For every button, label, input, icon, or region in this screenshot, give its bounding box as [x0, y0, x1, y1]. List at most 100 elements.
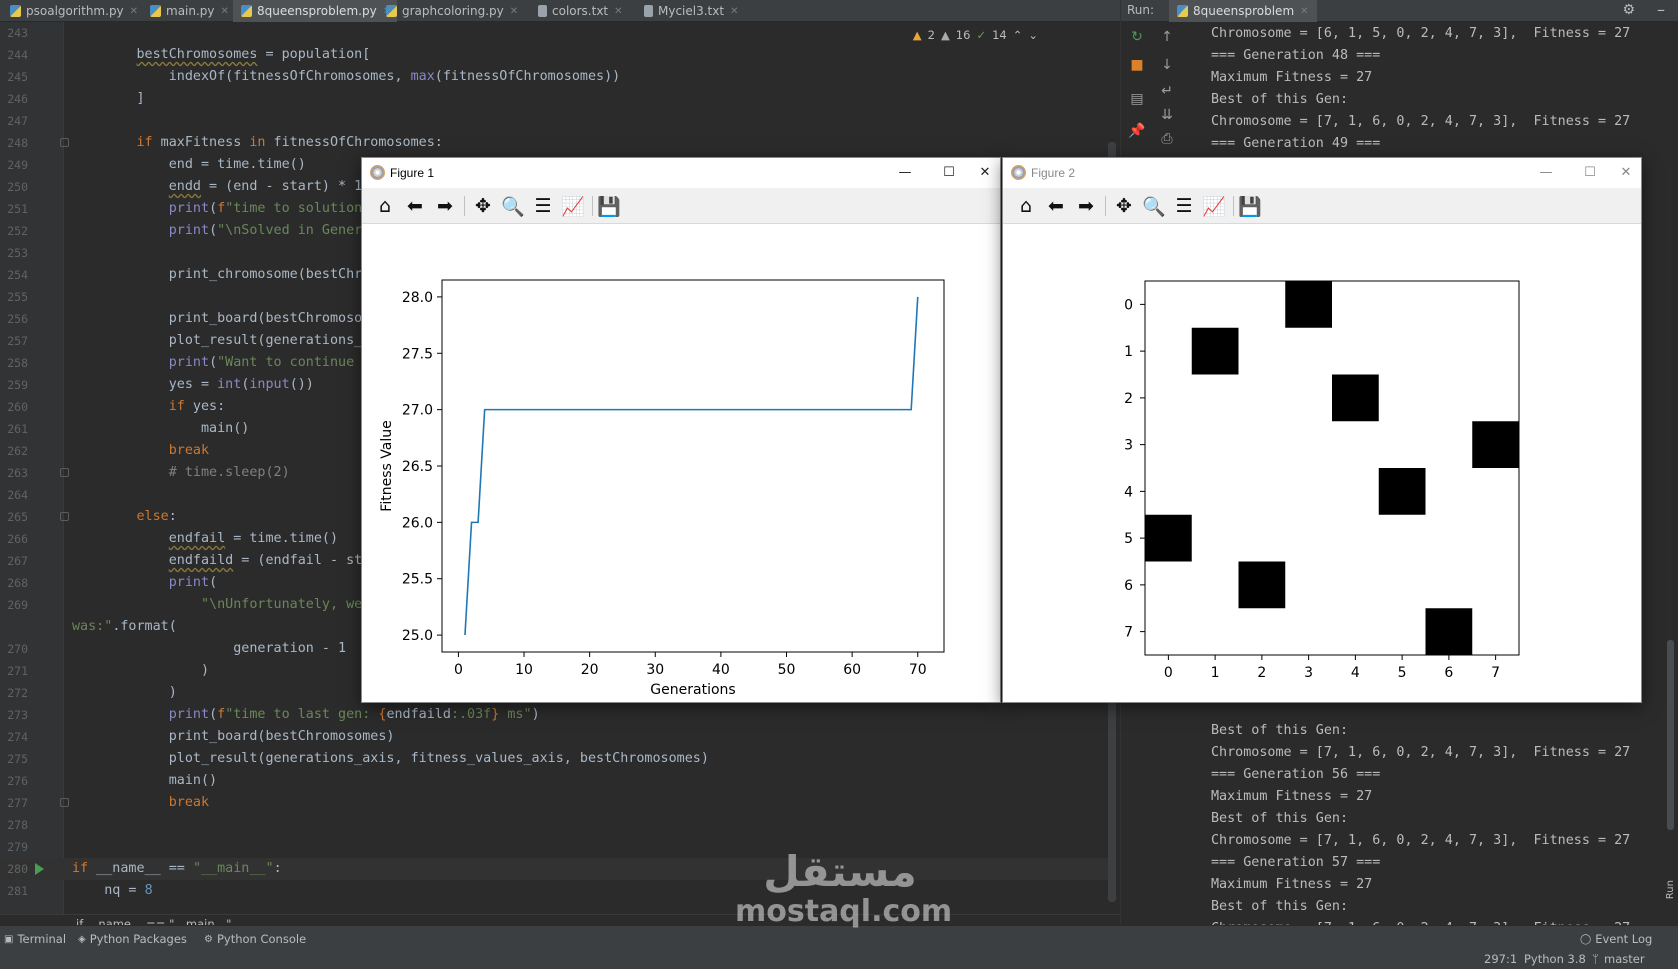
configure-subplots-icon[interactable]: ☰: [1171, 194, 1197, 218]
back-arrow-icon[interactable]: ⬅: [402, 194, 428, 218]
toolbar-divider: [464, 196, 465, 216]
inspection-widget[interactable]: ▲ 2 ▲ 16 ✓ 14 ⌃ ⌄: [913, 28, 1038, 42]
editor-tab-label: graphcoloring.py: [402, 4, 504, 18]
terminal-tab[interactable]: ▣ Terminal: [4, 932, 66, 946]
layout-icon[interactable]: ▤: [1125, 88, 1149, 110]
code-line[interactable]: 278: [0, 814, 1110, 836]
python-packages-tab[interactable]: ◈ Python Packages: [78, 932, 187, 946]
editor-tab[interactable]: graphcoloring.py ✕: [378, 0, 524, 22]
line-number: 246: [7, 92, 28, 106]
editor-tab[interactable]: colors.txt ✕: [530, 0, 629, 22]
x-tick-label: 0: [1164, 665, 1173, 681]
save-icon[interactable]: 💾: [596, 194, 622, 218]
figure1-titlebar[interactable]: Figure 1 — ☐ ✕: [362, 158, 1000, 188]
code-line[interactable]: 244 bestChromosomes = population[: [0, 44, 1110, 66]
figure1-window[interactable]: Figure 1 — ☐ ✕ ⌂ ⬅ ➡ ✥ 🔍 ☰ 📈 💾 0 10 20 30 40…: [361, 157, 1001, 703]
run-side-tab[interactable]: Run: [1665, 880, 1676, 899]
close-icon[interactable]: ✕: [1300, 6, 1308, 17]
edit-axis-icon[interactable]: 📈: [1201, 194, 1227, 218]
python-file-icon: [10, 5, 21, 17]
x-tick-label: 10: [515, 662, 533, 678]
code-text: # time.sleep(2): [168, 465, 290, 480]
editor-tab[interactable]: psoalgorithm.py ✕: [2, 0, 144, 22]
line-number: 262: [7, 444, 28, 458]
code-line[interactable]: 277 break: [0, 792, 1110, 814]
fold-marker-icon[interactable]: [60, 138, 69, 147]
code-line[interactable]: 276 main(): [0, 770, 1110, 792]
figure2-window[interactable]: Figure 2 — ☐ ✕ ⌂ ⬅ ➡ ✥ 🔍 ☰ 📈 💾 012345670…: [1002, 157, 1642, 703]
print-icon[interactable]: ⎙: [1155, 128, 1179, 150]
fold-marker-icon[interactable]: [60, 798, 69, 807]
event-log-icon: ◯: [1580, 933, 1592, 945]
x-axis-label: Generations: [650, 682, 735, 698]
figure2-canvas[interactable]: 0 1 2 3 4 5 6 7 0 1 2 3 4 5 6 7: [1003, 224, 1641, 702]
close-icon[interactable]: ✕: [130, 6, 138, 17]
console-line: === Generation 57 ===: [1211, 855, 1381, 870]
caret-position[interactable]: 297:1: [1484, 952, 1517, 966]
run-gutter-icon[interactable]: [35, 863, 44, 875]
soft-wrap-icon[interactable]: ↵: [1155, 80, 1179, 102]
scroll-to-end-icon[interactable]: ⇊: [1155, 104, 1179, 126]
pin-icon[interactable]: 📌: [1125, 120, 1149, 142]
code-text: print(f"time to solution: [168, 201, 363, 216]
line-number: 256: [7, 312, 28, 326]
home-icon[interactable]: ⌂: [372, 194, 398, 218]
close-icon[interactable]: ✕: [510, 6, 518, 17]
editor-tab[interactable]: Myciel3.txt ✕: [636, 0, 744, 22]
rerun-icon[interactable]: ↻: [1125, 26, 1149, 48]
figure2-titlebar[interactable]: Figure 2 — ☐ ✕: [1003, 158, 1641, 188]
code-line[interactable]: 247: [0, 110, 1110, 132]
pan-icon[interactable]: ✥: [1111, 194, 1137, 218]
code-line[interactable]: 248 if maxFitness in fitnessOfChromosome…: [0, 132, 1110, 154]
close-icon[interactable]: ✕: [614, 6, 622, 17]
scroll-up-icon[interactable]: ↑: [1155, 26, 1179, 48]
code-line[interactable]: 245 indexOf(fitnessOfChromosomes, max(fi…: [0, 66, 1110, 88]
next-highlight-icon[interactable]: ⌄: [1028, 28, 1038, 42]
close-button[interactable]: ✕: [1615, 161, 1637, 183]
minimize-button[interactable]: —: [1535, 161, 1557, 183]
python-console-tab[interactable]: ⚙ Python Console: [204, 932, 306, 946]
python-file-icon: [241, 5, 252, 17]
code-line[interactable]: 274 print_board(bestChromosomes): [0, 726, 1110, 748]
close-icon[interactable]: ✕: [730, 6, 738, 17]
save-icon[interactable]: 💾: [1237, 194, 1263, 218]
zoom-icon[interactable]: 🔍: [500, 194, 526, 218]
event-log-tab[interactable]: ◯ Event Log: [1580, 932, 1652, 946]
home-icon[interactable]: ⌂: [1013, 194, 1039, 218]
code-line[interactable]: 246 ]: [0, 88, 1110, 110]
back-arrow-icon[interactable]: ⬅: [1043, 194, 1069, 218]
fold-marker-icon[interactable]: [60, 468, 69, 477]
zoom-icon[interactable]: 🔍: [1141, 194, 1167, 218]
prev-highlight-icon[interactable]: ⌃: [1013, 28, 1023, 42]
interpreter-label[interactable]: Python 3.8: [1524, 952, 1586, 966]
scroll-down-icon[interactable]: ↓: [1155, 54, 1179, 76]
minimize-icon[interactable]: –: [1657, 0, 1665, 19]
y-tick-label: 26.5: [402, 459, 433, 475]
forward-arrow-icon[interactable]: ➡: [1073, 194, 1099, 218]
code-text: endfail = time.time(): [168, 531, 339, 546]
editor-tab[interactable]: 8queensproblem.py✕: [233, 0, 398, 22]
fold-marker-icon[interactable]: [60, 512, 69, 521]
code-line[interactable]: 275 plot_result(generations_axis, fitnes…: [0, 748, 1110, 770]
stop-icon[interactable]: ■: [1125, 54, 1149, 76]
editor-tab[interactable]: main.py ✕: [142, 0, 235, 22]
run-tab[interactable]: 8queensproblem ✕: [1169, 0, 1317, 22]
code-line[interactable]: 273 print(f"time to last gen: {endfaild:…: [0, 704, 1110, 726]
gear-icon[interactable]: ⚙: [1622, 2, 1635, 18]
code-text: ): [72, 663, 210, 678]
y-tick-label: 28.0: [402, 290, 433, 306]
minimize-button[interactable]: —: [894, 161, 916, 183]
close-button[interactable]: ✕: [974, 161, 996, 183]
pan-icon[interactable]: ✥: [470, 194, 496, 218]
weak-warning-icon: ▲: [940, 28, 950, 42]
maximize-button[interactable]: ☐: [938, 161, 960, 183]
configure-subplots-icon[interactable]: ☰: [530, 194, 556, 218]
edit-axis-icon[interactable]: 📈: [560, 194, 586, 218]
figure1-canvas[interactable]: 0 10 20 30 40 50 60 70 25.0 25.5 26.0 26.5 27.0 27.5 2…: [362, 224, 1000, 702]
forward-arrow-icon[interactable]: ➡: [432, 194, 458, 218]
mostaql-watermark: مستقل mostaql.com: [735, 850, 952, 950]
git-branch[interactable]: master: [1604, 952, 1645, 966]
close-icon[interactable]: ✕: [221, 6, 229, 17]
console-scrollbar[interactable]: [1667, 640, 1674, 830]
maximize-button[interactable]: ☐: [1579, 161, 1601, 183]
